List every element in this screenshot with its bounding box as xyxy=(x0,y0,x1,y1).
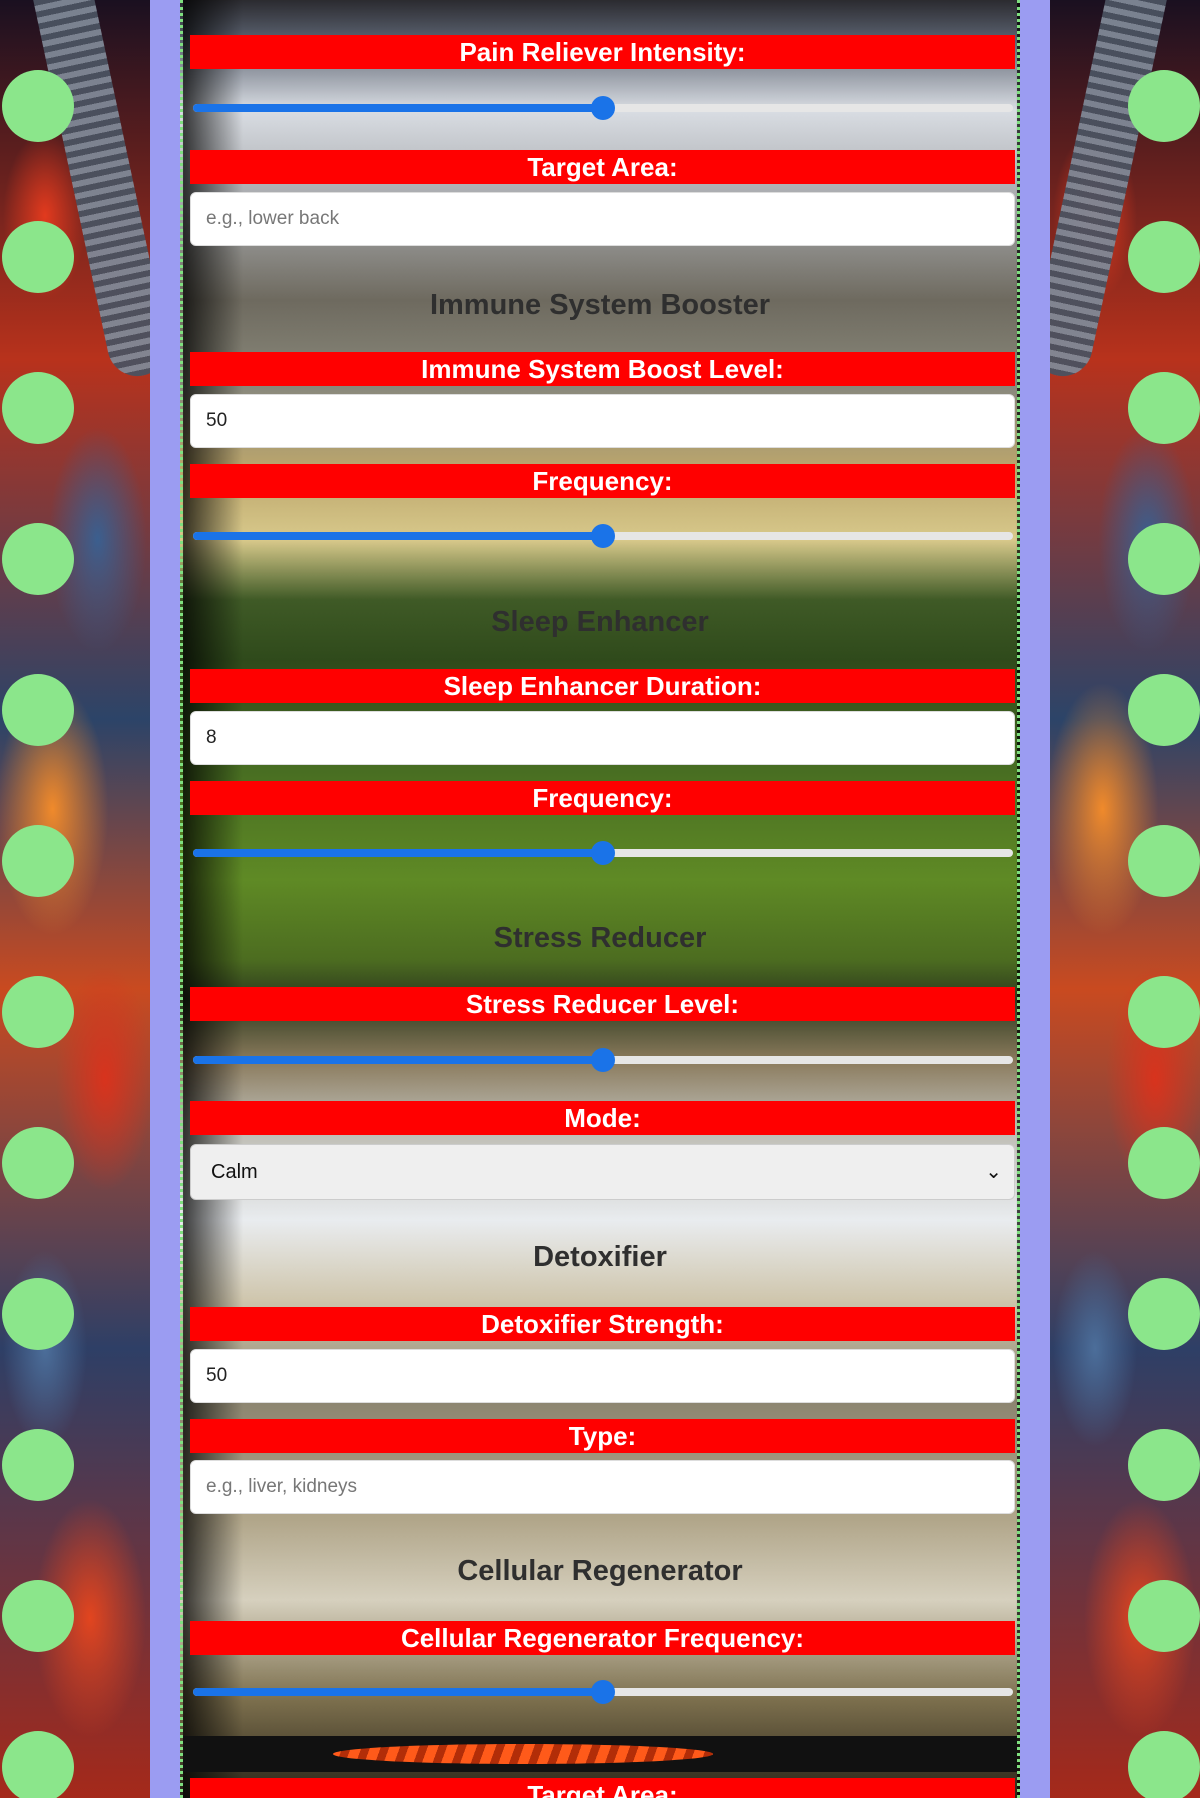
decorative-dot xyxy=(1128,1278,1200,1350)
mode-select[interactable]: Calm ⌄ xyxy=(190,1144,1015,1200)
decorative-stripe xyxy=(183,1736,1017,1772)
cellular-section-title: Cellular Regenerator xyxy=(457,1555,743,1587)
decorative-dot xyxy=(2,1731,74,1798)
decorative-dot xyxy=(1128,825,1200,897)
slider-thumb[interactable] xyxy=(591,841,615,865)
decorative-dot xyxy=(2,1429,74,1501)
target-area-label: Target Area: xyxy=(190,150,1015,184)
immune-frequency-label: Frequency: xyxy=(190,464,1015,498)
decorative-dot xyxy=(2,825,74,897)
sleep-duration-label: Sleep Enhancer Duration: xyxy=(190,669,1015,703)
immune-frequency-slider[interactable] xyxy=(193,524,1013,548)
cellular-frequency-label: Cellular Regenerator Frequency: xyxy=(190,1621,1015,1655)
sleep-section-title: Sleep Enhancer xyxy=(491,606,709,638)
decorative-dot xyxy=(1128,674,1200,746)
horn-decoration xyxy=(26,0,150,382)
target-area-placeholder: e.g., lower back xyxy=(206,208,340,229)
decorative-dot xyxy=(1128,1429,1200,1501)
decorative-dot xyxy=(1128,976,1200,1048)
stress-level-label: Stress Reducer Level: xyxy=(190,987,1015,1021)
right-decorative-artwork xyxy=(1050,0,1200,1798)
decorative-dot xyxy=(1128,372,1200,444)
decorative-dot xyxy=(1128,221,1200,293)
pain-intensity-label: Pain Reliever Intensity: xyxy=(190,35,1015,69)
sleep-frequency-label: Frequency: xyxy=(190,781,1015,815)
detox-strength-input[interactable]: 50 xyxy=(190,1349,1015,1403)
detox-type-placeholder: e.g., liver, kidneys xyxy=(206,1476,358,1497)
decorative-dot xyxy=(2,1580,74,1652)
decorative-dot xyxy=(1128,70,1200,142)
immune-section-title: Immune System Booster xyxy=(429,289,771,321)
detox-strength-label: Detoxifier Strength: xyxy=(190,1307,1015,1341)
target-area-input[interactable]: e.g., lower back xyxy=(190,192,1015,246)
stress-section-title: Stress Reducer xyxy=(493,922,707,954)
detox-type-label: Type: xyxy=(190,1419,1015,1453)
decorative-dot xyxy=(2,372,74,444)
stress-level-slider[interactable] xyxy=(193,1048,1013,1072)
decorative-dot xyxy=(1128,1731,1200,1798)
settings-panel: Pain Reliever Intensity: Target Area: e.… xyxy=(180,0,1020,1798)
decorative-dot xyxy=(1128,1580,1200,1652)
sleep-duration-input[interactable]: 8 xyxy=(190,711,1015,765)
decorative-dot xyxy=(2,70,74,142)
slider-thumb[interactable] xyxy=(591,1680,615,1704)
immune-boost-input[interactable]: 50 xyxy=(190,394,1015,448)
slider-thumb[interactable] xyxy=(591,96,615,120)
slider-thumb[interactable] xyxy=(591,524,615,548)
detox-section-title: Detoxifier xyxy=(533,1241,667,1273)
left-decorative-artwork xyxy=(0,0,150,1798)
horn-decoration xyxy=(1050,0,1174,382)
cellular-target-area-label: Target Area: xyxy=(190,1778,1015,1798)
decorative-dot xyxy=(2,674,74,746)
decorative-dot xyxy=(2,523,74,595)
sleep-frequency-slider[interactable] xyxy=(193,841,1013,865)
decorative-dot xyxy=(2,976,74,1048)
decorative-dot xyxy=(1128,1127,1200,1199)
mode-selected-value: Calm xyxy=(211,1161,258,1183)
decorative-dot xyxy=(2,1127,74,1199)
immune-boost-label: Immune System Boost Level: xyxy=(190,352,1015,386)
decorative-dot xyxy=(2,221,74,293)
slider-thumb[interactable] xyxy=(591,1048,615,1072)
chevron-down-icon: ⌄ xyxy=(985,1161,1002,1183)
cellular-frequency-slider[interactable] xyxy=(193,1680,1013,1704)
pain-intensity-slider[interactable] xyxy=(193,96,1013,120)
decorative-dot xyxy=(2,1278,74,1350)
mode-label: Mode: xyxy=(190,1101,1015,1135)
detox-type-input[interactable]: e.g., liver, kidneys xyxy=(190,1460,1015,1514)
decorative-dot xyxy=(1128,523,1200,595)
